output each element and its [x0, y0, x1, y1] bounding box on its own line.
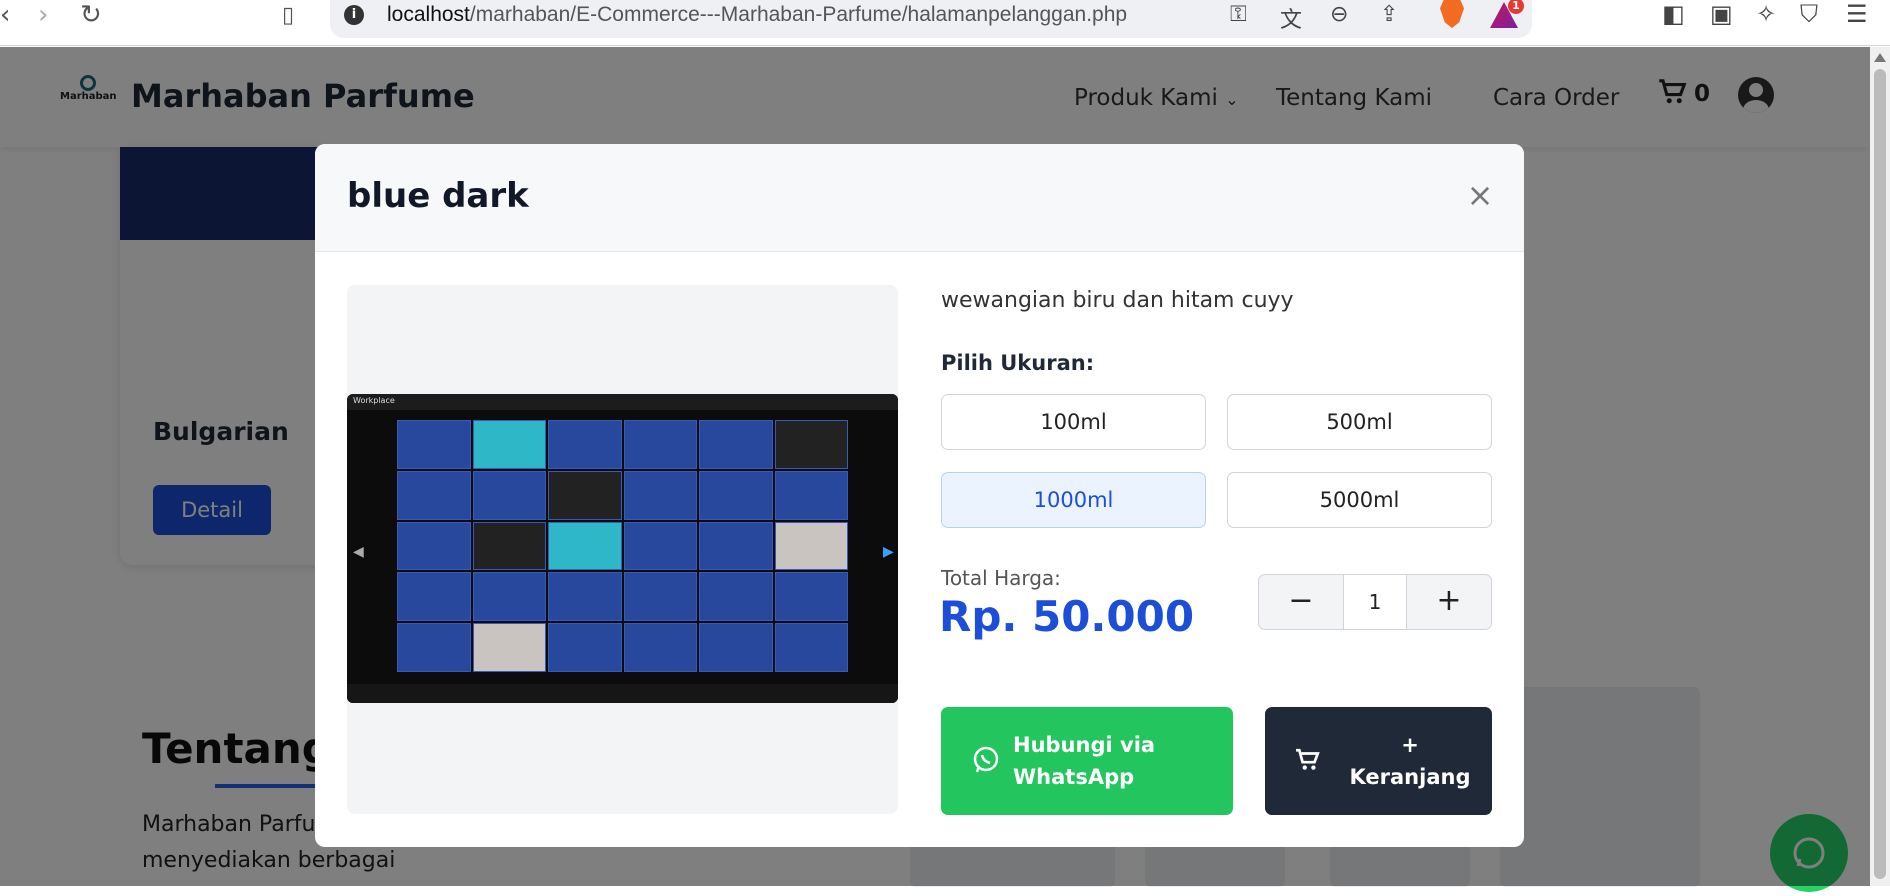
cart-icon — [1296, 748, 1320, 770]
photo-titlebar: Workplace — [347, 394, 898, 410]
chevron-left-icon: ‹ — [0, 0, 11, 30]
address-bar[interactable]: i localhost/marhaban/E-Commerce---Marhab… — [330, 0, 1532, 38]
product-description: wewangian biru dan hitam cuyy — [941, 288, 1294, 313]
translate-icon[interactable]: 文 — [1280, 2, 1302, 34]
photo-prev-icon: ◀ — [353, 544, 364, 560]
scroll-up-arrow-icon[interactable] — [1874, 53, 1886, 62]
add-to-cart-button[interactable]: + Keranjang — [1265, 707, 1492, 815]
page-scrollbar[interactable] — [1870, 47, 1890, 886]
modal-title: blue dark — [347, 176, 529, 216]
product-photo: Workplace ◀ ▶ — [347, 394, 898, 703]
quantity-stepper: − 1 + — [1258, 574, 1492, 630]
browser-toolbar: ‹ › ↻ ▯ i localhost/marhaban/E-Commerce-… — [0, 0, 1890, 46]
photo-toolbar — [347, 684, 898, 703]
back-button[interactable]: ‹ — [0, 0, 10, 30]
quantity-input[interactable]: 1 — [1343, 575, 1407, 629]
bookmark-icon: ▯ — [282, 2, 295, 28]
size-option-5000ml[interactable]: 5000ml — [1227, 472, 1492, 528]
reload-button[interactable]: ↻ — [80, 0, 102, 30]
size-option-500ml[interactable]: 500ml — [1227, 394, 1492, 450]
whatsapp-button[interactable]: Hubungi via WhatsApp — [941, 707, 1233, 815]
url-text[interactable]: localhost/marhaban/E-Commerce---Marhaban… — [387, 3, 1127, 27]
quantity-increase-button[interactable]: + — [1407, 575, 1491, 629]
add-to-cart-plus: + — [1401, 733, 1419, 757]
chevron-right-icon: › — [38, 0, 49, 30]
add-to-cart-label: + Keranjang — [1335, 729, 1485, 793]
scroll-thumb[interactable] — [1874, 69, 1886, 879]
info-icon: i — [344, 5, 364, 25]
wallet-icon[interactable]: ▣ — [1710, 0, 1733, 28]
bookmark-button[interactable]: ▯ — [282, 0, 294, 30]
quantity-decrease-button[interactable]: − — [1259, 575, 1343, 629]
add-to-cart-text: Keranjang — [1349, 765, 1471, 789]
total-price: Rp. 50.000 — [939, 592, 1195, 641]
reload-icon: ↻ — [80, 0, 102, 30]
photo-next-icon: ▶ — [883, 544, 894, 560]
sidebar-icon[interactable]: ◧ — [1662, 0, 1685, 28]
key-icon[interactable]: ⚿ — [1230, 2, 1247, 27]
share-icon[interactable]: ⇪ — [1380, 2, 1398, 27]
size-option-1000ml[interactable]: 1000ml — [941, 472, 1206, 528]
close-button[interactable]: × — [1465, 179, 1495, 211]
total-label: Total Harga: — [941, 566, 1061, 590]
vpn-icon[interactable]: ⛉ — [1800, 0, 1818, 28]
menu-icon[interactable]: ☰ — [1846, 0, 1868, 28]
whatsapp-button-label: Hubungi via WhatsApp — [1013, 733, 1156, 789]
size-option-100ml[interactable]: 100ml — [941, 394, 1206, 450]
size-label: Pilih Ukuran: — [941, 351, 1095, 375]
whatsapp-icon — [973, 746, 999, 773]
photo-caption: Workplace — [353, 396, 395, 405]
forward-button[interactable]: › — [38, 0, 48, 30]
zoom-out-icon[interactable]: ⊖ — [1330, 2, 1348, 27]
product-image-panel: Workplace ◀ ▶ — [347, 285, 898, 814]
modal-header: blue dark × — [315, 144, 1524, 252]
product-modal: blue dark × Workplace ◀ ▶ wewangian biru… — [315, 144, 1524, 847]
video-grid — [397, 420, 848, 672]
leo-ai-icon[interactable]: ✧ — [1756, 0, 1776, 28]
